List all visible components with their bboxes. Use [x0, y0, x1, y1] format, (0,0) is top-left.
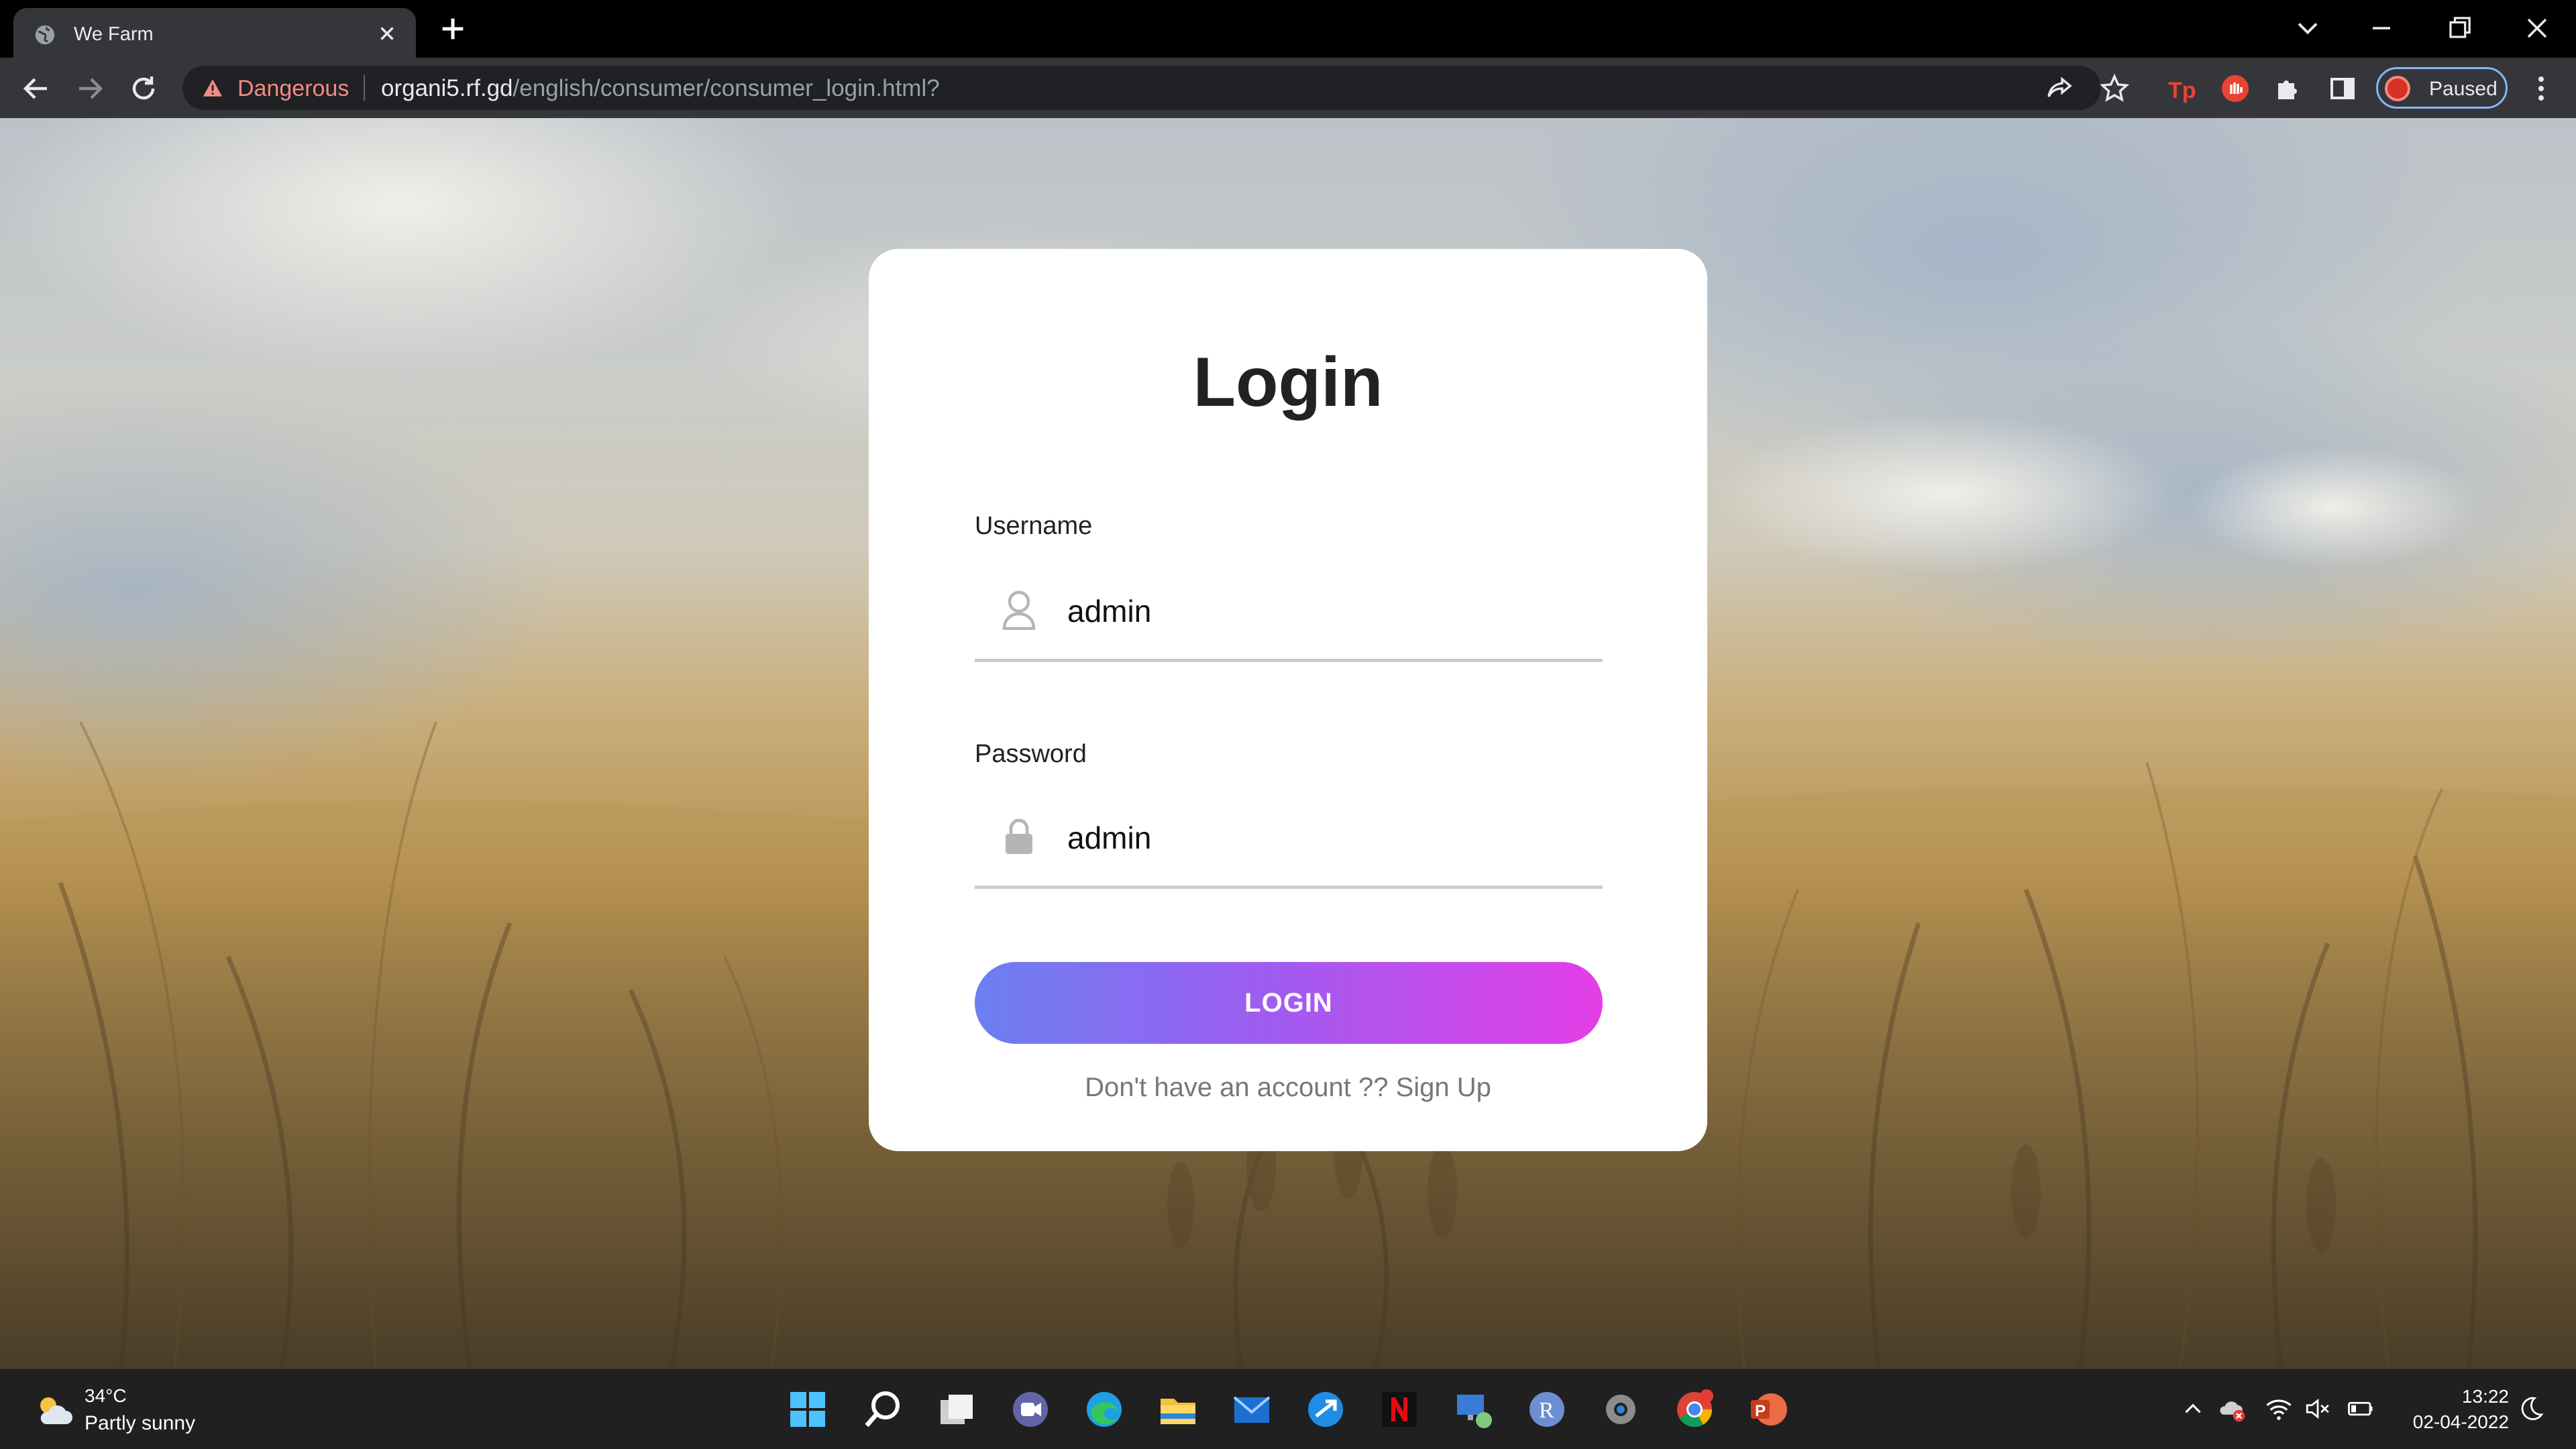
clock-date: 02-04-2022: [2412, 1411, 2509, 1432]
netflix-icon[interactable]: [1378, 1388, 1421, 1431]
new-tab-icon[interactable]: [437, 13, 468, 44]
bookmark-star-icon[interactable]: [2098, 72, 2131, 105]
r-app-icon[interactable]: R: [1525, 1388, 1568, 1431]
close-window-icon[interactable]: [2520, 11, 2555, 46]
reload-icon[interactable]: [127, 72, 160, 105]
start-windows-icon[interactable]: [786, 1388, 829, 1431]
username-field[interactable]: [975, 564, 1603, 662]
taskbar: 34°C Partly sunny R P 13:22 02-04-2022: [0, 1368, 2576, 1449]
extension-blocker-icon[interactable]: [2219, 72, 2251, 105]
battery-icon[interactable]: [2347, 1395, 2375, 1423]
chrome-icon[interactable]: [1673, 1388, 1716, 1431]
lock-icon: [1006, 818, 1032, 854]
onedrive-error-icon[interactable]: [2218, 1395, 2246, 1423]
svg-text:Tp: Tp: [2168, 78, 2196, 103]
login-title: Login: [1193, 343, 1383, 421]
clock-time: 13:22: [2461, 1386, 2509, 1407]
page-content: Login Username Password LOGIN Don't have…: [0, 118, 2576, 1368]
forward-icon[interactable]: [74, 72, 106, 105]
url-host: organi5.rf.gd: [381, 75, 513, 101]
globe-icon: [35, 25, 55, 45]
login-button[interactable]: LOGIN: [975, 962, 1603, 1044]
profile-button[interactable]: Paused: [2376, 67, 2508, 109]
back-icon[interactable]: [20, 72, 52, 105]
password-field[interactable]: [975, 791, 1603, 889]
do-not-disturb-moon-icon[interactable]: [2517, 1395, 2545, 1423]
settings-gear-icon[interactable]: [1599, 1388, 1642, 1431]
svg-text:P: P: [1755, 1402, 1766, 1420]
powerpoint-icon[interactable]: P: [1747, 1388, 1790, 1431]
username-input[interactable]: [1067, 584, 1577, 638]
url-path: /english/consumer/consumer_login.html?: [513, 75, 940, 101]
extensions-puzzle-icon[interactable]: [2273, 72, 2305, 105]
system-clock[interactable]: 13:22 02-04-2022: [2388, 1384, 2509, 1435]
file-explorer-icon[interactable]: [1157, 1388, 1199, 1431]
avatar: [2385, 76, 2410, 101]
password-label: Password: [975, 740, 1087, 768]
side-panel-icon[interactable]: [2326, 72, 2359, 105]
teams-chat-icon[interactable]: [1009, 1388, 1052, 1431]
menu-kebab-icon[interactable]: [2525, 72, 2557, 105]
volume-muted-icon[interactable]: [2304, 1395, 2332, 1423]
weather-temperature[interactable]: 34°C: [85, 1385, 127, 1407]
remote-desktop-icon[interactable]: [1452, 1388, 1495, 1431]
shortcut-app-icon[interactable]: [1304, 1388, 1347, 1431]
wifi-icon[interactable]: [2265, 1395, 2293, 1423]
login-card: Login Username Password LOGIN Don't have…: [869, 249, 1707, 1151]
tab-strip: We Farm: [0, 0, 2576, 58]
security-status[interactable]: Dangerous: [237, 76, 349, 102]
signup-link[interactable]: Don't have an account ?? Sign Up: [869, 1073, 1707, 1103]
address-bar[interactable]: Dangerous organi5.rf.gd/english/consumer…: [182, 66, 2101, 110]
extension-tp-icon[interactable]: Tp: [2165, 72, 2198, 105]
restore-icon[interactable]: [2442, 11, 2477, 46]
tab-title: We Farm: [74, 23, 154, 45]
svg-text:R: R: [1539, 1398, 1554, 1423]
task-view-icon[interactable]: [935, 1388, 978, 1431]
mail-icon[interactable]: [1230, 1388, 1273, 1431]
url-text[interactable]: organi5.rf.gd/english/consumer/consumer_…: [381, 75, 940, 102]
search-icon[interactable]: [861, 1388, 904, 1431]
edge-browser-icon[interactable]: [1083, 1388, 1126, 1431]
divider: [364, 75, 365, 101]
tab-search-chevron-icon[interactable]: [2290, 11, 2325, 46]
close-tab-icon[interactable]: [376, 22, 398, 45]
profile-status: Paused: [2429, 78, 2498, 100]
browser-toolbar: Dangerous organi5.rf.gd/english/consumer…: [0, 58, 2576, 118]
chevron-up-icon[interactable]: [2179, 1395, 2207, 1423]
partly-sunny-icon[interactable]: [35, 1393, 72, 1427]
username-label: Username: [975, 512, 1093, 540]
password-input[interactable]: [1067, 811, 1577, 865]
user-icon: [1002, 590, 1036, 630]
minimize-icon[interactable]: [2364, 11, 2399, 46]
weather-condition[interactable]: Partly sunny: [85, 1412, 195, 1435]
warning-icon[interactable]: [201, 76, 224, 99]
browser-tab[interactable]: We Farm: [13, 8, 416, 58]
share-icon[interactable]: [2043, 72, 2076, 105]
